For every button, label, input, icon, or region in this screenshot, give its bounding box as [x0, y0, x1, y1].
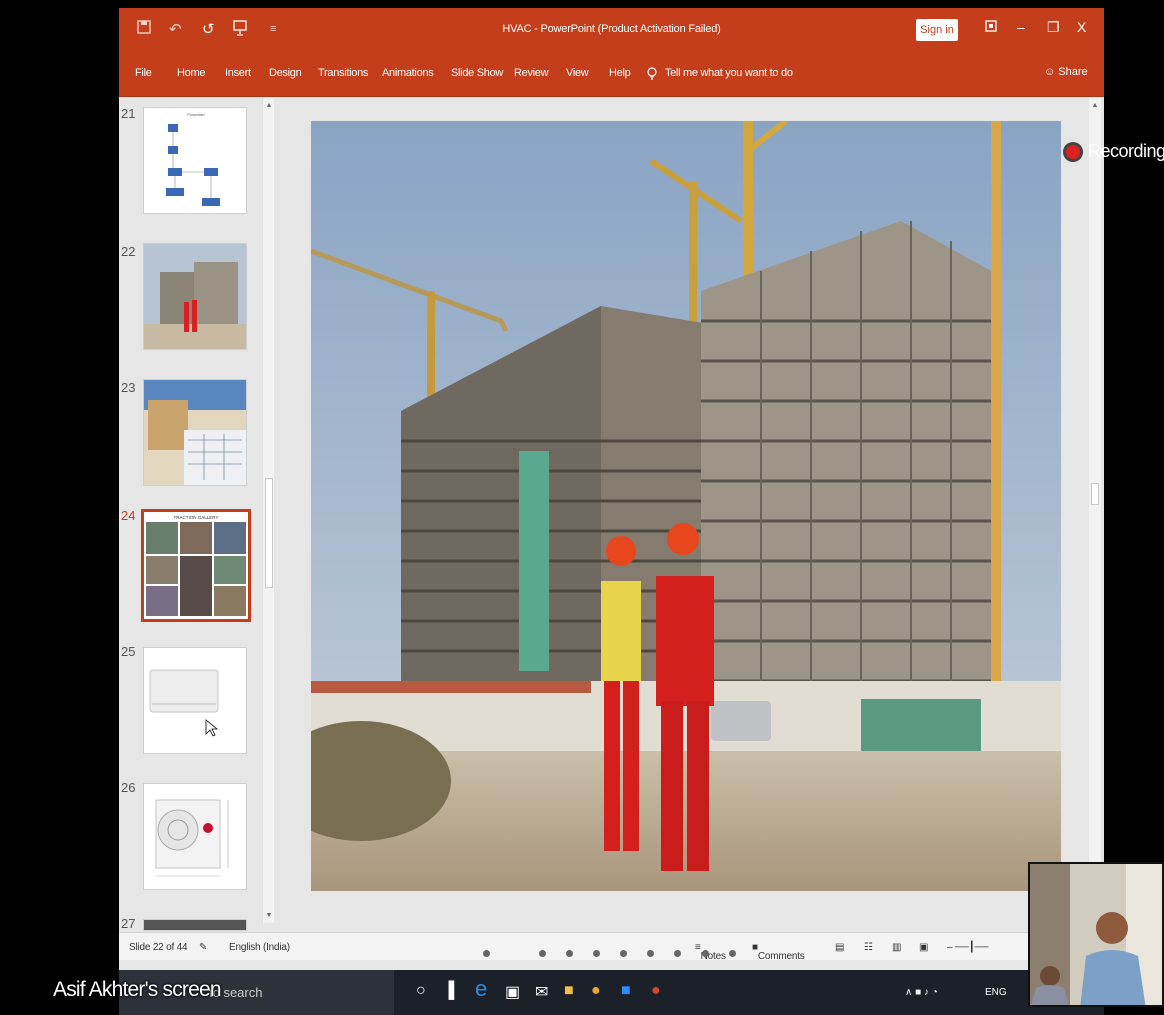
slide-thumbnail-23[interactable]	[143, 379, 247, 486]
tell-me-search[interactable]: Tell me what you want to do	[665, 67, 793, 79]
slide-thumbnail-27[interactable]	[143, 919, 247, 931]
tab-home[interactable]: Home	[177, 67, 205, 79]
construction-site-photo	[311, 121, 1061, 891]
page-indicator-dot	[483, 950, 490, 957]
tab-design[interactable]: Design	[269, 67, 302, 79]
slide-number: 22	[121, 244, 136, 259]
task-view-icon[interactable]: ▐	[443, 982, 454, 1000]
slide-thumbnail-25[interactable]	[143, 647, 247, 754]
slide-number: 25	[121, 644, 136, 659]
spelling-icon[interactable]: ✎	[199, 942, 207, 953]
slide-counter: Slide 22 of 44	[129, 942, 188, 953]
share-button[interactable]: ☺ Share	[1044, 66, 1088, 78]
recording-indicator: Recording	[1062, 135, 1164, 170]
powerpoint-icon[interactable]: ●	[651, 982, 661, 1000]
explorer-icon[interactable]: ■	[564, 982, 574, 1000]
slide-thumbnail-pane: 21 Flowchart 22 23 24 TRACTION GALLERY 2…	[119, 98, 281, 931]
sign-in-button[interactable]: Sign in	[916, 19, 958, 41]
screen-sharer-label: Asif Akhter's screen	[53, 978, 222, 1001]
current-slide[interactable]	[311, 121, 1061, 891]
ribbon-tabs: File Home Insert Design Transitions Anim…	[119, 53, 1104, 97]
zoom-icon[interactable]: ■	[621, 982, 631, 1000]
restore-icon[interactable]	[985, 19, 997, 35]
webcam-thumbnail[interactable]	[1028, 862, 1164, 1007]
scrollbar-thumb[interactable]	[1091, 483, 1099, 505]
tab-transitions[interactable]: Transitions	[318, 67, 368, 79]
reading-view-icon[interactable]: ▥	[892, 942, 901, 953]
tab-help[interactable]: Help	[609, 67, 631, 79]
slide-scrollbar[interactable]: ▲ ▼	[1089, 98, 1101, 923]
thumbnail-scrollbar[interactable]: ▲ ▼	[262, 98, 274, 923]
maximize-icon[interactable]: ❐	[1047, 19, 1060, 36]
page-indicator-dot	[729, 950, 736, 957]
recording-dot-icon	[1066, 145, 1080, 159]
page-indicator-dot	[674, 950, 681, 957]
mail-icon[interactable]: ✉	[535, 982, 548, 1002]
scroll-up-icon[interactable]: ▲	[1090, 100, 1100, 112]
slide-number: 26	[121, 780, 136, 795]
lightbulb-icon[interactable]	[647, 67, 657, 83]
powerpoint-window: ↶ ↺ ≡ HVAC - PowerPoint (Product Activat…	[119, 8, 1104, 970]
windows-taskbar: to search ○ ▐ e ▣ ✉ ■ ● ■ ● ∧ ■ ♪ ◔ ENG	[119, 970, 1104, 1015]
slide-number: 21	[121, 106, 136, 121]
slideshow-view-icon[interactable]: ▣	[919, 942, 928, 953]
edge-icon[interactable]: e	[475, 976, 487, 1002]
tab-review[interactable]: Review	[514, 67, 549, 79]
slide-number: 27	[121, 916, 136, 931]
slide-thumbnail-26[interactable]	[143, 783, 247, 890]
slide-editor	[281, 98, 1104, 923]
zoom-slider[interactable]: – ──┃──	[947, 942, 989, 953]
page-indicator-dot	[702, 950, 709, 957]
slide-thumbnail-24[interactable]: TRACTION GALLERY	[141, 509, 251, 622]
close-icon[interactable]: X	[1077, 19, 1086, 35]
scrollbar-thumb[interactable]	[265, 478, 273, 588]
slide-sorter-icon[interactable]: ☷	[864, 942, 873, 953]
share-person-icon: ☺	[1044, 66, 1056, 78]
normal-view-icon[interactable]: ▤	[835, 942, 844, 953]
tab-file[interactable]: File	[135, 67, 152, 79]
system-tray-icons[interactable]: ∧ ■ ♪ ◔	[905, 987, 938, 998]
page-indicator-dot	[620, 950, 627, 957]
status-bar: Slide 22 of 44 ✎ English (India) ≡ Notes…	[119, 932, 1104, 962]
slide-thumbnail-22[interactable]	[143, 243, 247, 350]
store-icon[interactable]: ▣	[505, 982, 520, 1002]
tab-slide-show[interactable]: Slide Show	[451, 67, 503, 79]
tab-animations[interactable]: Animations	[382, 67, 434, 79]
slide-thumbnail-21[interactable]: Flowchart	[143, 107, 247, 214]
scroll-up-icon[interactable]: ▲	[264, 100, 274, 112]
screen-share-stage: ↶ ↺ ≡ HVAC - PowerPoint (Product Activat…	[0, 0, 1164, 1015]
scroll-down-icon[interactable]: ▼	[264, 910, 274, 922]
language-indicator[interactable]: ENG	[985, 987, 1007, 998]
page-indicator-dot	[539, 950, 546, 957]
chrome-icon[interactable]: ●	[591, 982, 601, 1000]
tab-insert[interactable]: Insert	[225, 67, 251, 79]
page-indicator-dot	[647, 950, 654, 957]
tab-view[interactable]: View	[566, 67, 589, 79]
cortana-icon[interactable]: ○	[416, 982, 426, 1000]
notes-button[interactable]: ≡ Notes	[695, 942, 726, 962]
page-indicator-dot	[566, 950, 573, 957]
thumbnail-gallery-title: TRACTION GALLERY	[174, 515, 219, 520]
slide-number: 23	[121, 380, 136, 395]
page-indicator-dot	[593, 950, 600, 957]
title-bar: ↶ ↺ ≡ HVAC - PowerPoint (Product Activat…	[119, 8, 1104, 53]
comments-button[interactable]: ■ Comments	[752, 942, 805, 962]
minimize-icon[interactable]: –	[1017, 19, 1025, 35]
slide-number: 24	[121, 508, 136, 523]
language-indicator[interactable]: English (India)	[229, 942, 290, 953]
svg-text:Flowchart: Flowchart	[187, 112, 205, 117]
